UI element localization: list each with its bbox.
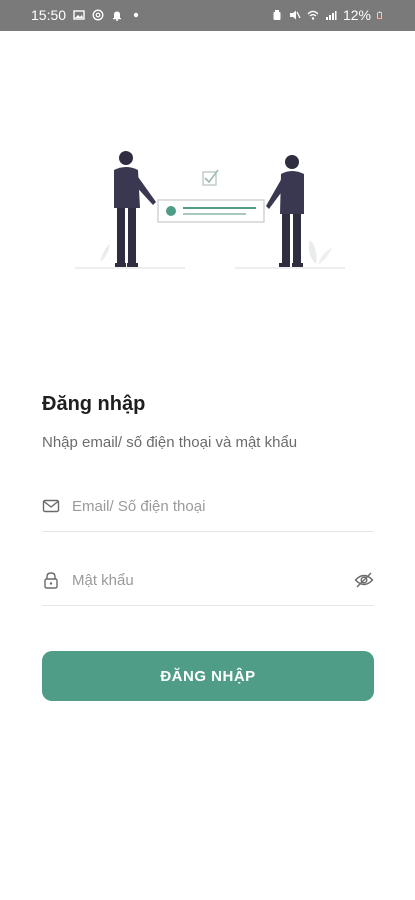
notification-bell-icon [113,11,122,21]
status-time: 15:50 [31,7,67,23]
mute-icon [289,10,301,20]
email-field-container [42,483,374,532]
signal-icon [325,11,337,20]
lock-icon [44,572,58,589]
mail-icon [42,499,60,513]
eye-off-icon[interactable] [354,571,374,589]
login-illustration [75,151,345,269]
gallery-icon [73,10,85,20]
battery-percent: 12% [342,7,371,23]
at-icon [92,9,104,21]
email-input[interactable] [72,491,342,521]
battery-icon [377,11,382,19]
password-input[interactable] [72,565,342,595]
page-title: Đăng nhập [42,393,146,415]
page-subtitle: Nhập email/ số điện thoại và mật khẩu [42,434,298,451]
password-field-container [42,557,374,606]
login-button[interactable]: ĐĂNG NHẬP [42,651,374,701]
wifi-icon [307,10,319,20]
dot-icon [133,12,139,18]
alarm-icon [273,10,281,20]
status-bar: 15:50 12% [0,0,415,31]
